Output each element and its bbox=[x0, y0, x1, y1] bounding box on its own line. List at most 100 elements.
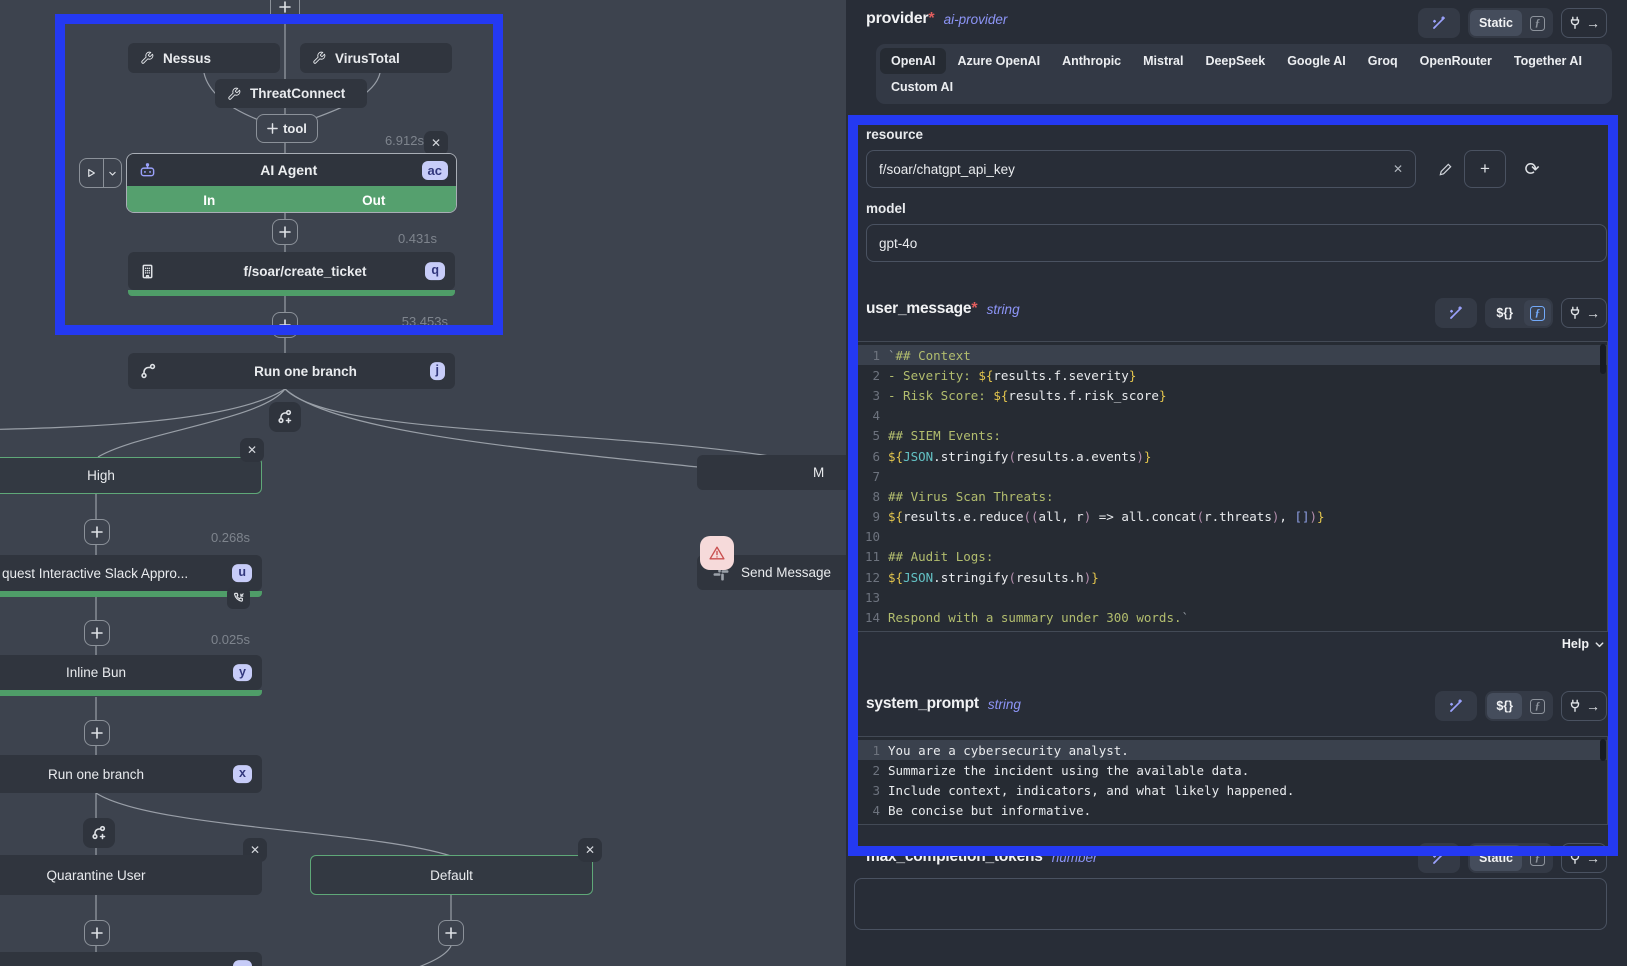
node-label: High bbox=[0, 468, 261, 483]
plug-icon bbox=[1568, 16, 1582, 30]
template-mode-segment[interactable]: ${} bbox=[1487, 693, 1522, 719]
arrow-right-icon: → bbox=[1586, 15, 1600, 31]
node-slack-approval[interactable]: quest Interactive Slack Appro... u bbox=[0, 555, 262, 591]
help-toggle[interactable]: Help bbox=[1562, 637, 1605, 651]
close-icon[interactable]: ✕ bbox=[240, 438, 264, 462]
success-bar bbox=[0, 690, 262, 696]
node-label: Inline Bun bbox=[0, 665, 262, 680]
run-node-button-group[interactable] bbox=[79, 158, 122, 188]
model-label: model bbox=[866, 201, 906, 216]
node-nessus[interactable]: Nessus bbox=[128, 43, 280, 73]
resource-input[interactable]: f/soar/chatgpt_api_key ✕ bbox=[866, 150, 1416, 188]
node-branch-default[interactable]: Default bbox=[310, 855, 593, 895]
magic-wand-icon bbox=[1431, 850, 1447, 866]
mode-toggle-system-prompt: ${} ƒ bbox=[1485, 691, 1553, 721]
static-mode-segment[interactable]: Static bbox=[1470, 845, 1522, 871]
node-label: M bbox=[813, 465, 824, 480]
editor-scrollbar[interactable] bbox=[1600, 739, 1606, 761]
node-ai-agent[interactable]: AI Agent ac In Out bbox=[126, 153, 457, 213]
provider-tab-anthropic[interactable]: Anthropic bbox=[1051, 48, 1132, 74]
node-inline-bun[interactable]: Inline Bun y bbox=[0, 655, 262, 690]
add-step-connector[interactable] bbox=[84, 620, 110, 646]
required-asterisk: * bbox=[928, 10, 934, 28]
provider-tab-google-ai[interactable]: Google AI bbox=[1276, 48, 1357, 74]
node-bottom-clipped[interactable] bbox=[0, 952, 262, 966]
provider-tab-deepseek[interactable]: DeepSeek bbox=[1194, 48, 1276, 74]
function-icon: ƒ bbox=[1530, 16, 1545, 31]
node-run-one-branch-1[interactable]: Run one branch j bbox=[128, 353, 455, 389]
agent-out-handle[interactable]: Out bbox=[292, 186, 457, 213]
expression-editor-segment[interactable]: ƒ bbox=[1524, 10, 1551, 36]
agent-in-handle[interactable]: In bbox=[127, 186, 292, 213]
ai-autofill-button[interactable] bbox=[1418, 8, 1460, 38]
node-virustotal[interactable]: VirusTotal bbox=[300, 43, 452, 73]
node-quarantine-user[interactable]: Quarantine User bbox=[0, 855, 262, 895]
user-message-code-editor[interactable]: 1`## Context2- Severity: ${results.f.sev… bbox=[857, 341, 1608, 632]
provider-tab-openai[interactable]: OpenAI bbox=[880, 48, 946, 74]
add-step-connector[interactable] bbox=[84, 519, 110, 545]
node-create-ticket[interactable]: f/soar/create_ticket q bbox=[128, 252, 455, 290]
ref-badge: x bbox=[233, 765, 252, 783]
node-label: Default bbox=[311, 868, 592, 883]
node-branch-high[interactable]: High bbox=[0, 457, 262, 494]
add-step-connector[interactable] bbox=[272, 312, 298, 338]
provider-tab-together-ai[interactable]: Together AI bbox=[1503, 48, 1593, 74]
add-step-connector[interactable] bbox=[272, 219, 298, 245]
add-branch-button[interactable] bbox=[269, 402, 301, 432]
template-mode-segment[interactable]: ${} bbox=[1487, 300, 1522, 326]
add-step-connector[interactable] bbox=[438, 920, 464, 946]
clear-icon[interactable]: ✕ bbox=[1393, 162, 1403, 176]
model-input[interactable] bbox=[866, 224, 1607, 262]
editor-scrollbar[interactable] bbox=[1600, 344, 1606, 374]
provider-tab-azure-openai[interactable]: Azure OpenAI bbox=[946, 48, 1051, 74]
field-type-label: number bbox=[1052, 850, 1098, 865]
duration-label: 0.431s bbox=[398, 231, 437, 246]
add-step-connector[interactable] bbox=[270, 0, 300, 22]
provider-tabs[interactable]: OpenAIAzure OpenAIAnthropicMistralDeepSe… bbox=[876, 44, 1612, 104]
play-icon[interactable] bbox=[80, 159, 104, 187]
static-mode-segment[interactable]: Static bbox=[1470, 10, 1522, 36]
add-step-connector[interactable] bbox=[84, 920, 110, 946]
provider-tab-openrouter[interactable]: OpenRouter bbox=[1409, 48, 1503, 74]
provider-tab-custom-ai[interactable]: Custom AI bbox=[880, 74, 964, 100]
node-threatconnect[interactable]: ThreatConnect bbox=[215, 79, 367, 108]
connect-actions-group[interactable]: → bbox=[1561, 298, 1607, 328]
close-icon[interactable]: ✕ bbox=[424, 131, 448, 155]
max-tokens-input[interactable] bbox=[854, 878, 1607, 930]
connect-actions-group[interactable]: → bbox=[1561, 8, 1607, 38]
add-step-connector[interactable] bbox=[84, 720, 110, 746]
workflow-canvas[interactable]: Nessus VirusTotal ThreatConnect tool 6.9… bbox=[0, 0, 846, 966]
node-run-one-branch-2[interactable]: Run one branch x bbox=[0, 755, 262, 793]
tool-pill[interactable]: tool bbox=[256, 114, 318, 143]
duration-label: 0.025s bbox=[211, 632, 250, 647]
ai-autofill-button[interactable] bbox=[1418, 843, 1460, 873]
system-prompt-code-editor[interactable]: 1You are a cybersecurity analyst.2Summar… bbox=[857, 736, 1608, 825]
refresh-icon: ⟳ bbox=[1524, 159, 1539, 180]
node-label: Run one branch bbox=[156, 364, 455, 379]
node-label: quest Interactive Slack Appro... bbox=[2, 566, 188, 581]
expression-editor-segment[interactable]: ƒ bbox=[1524, 845, 1551, 871]
ref-badge: q bbox=[425, 262, 445, 280]
add-resource-button[interactable]: + bbox=[1464, 150, 1506, 188]
chevron-down-icon[interactable] bbox=[104, 159, 121, 187]
add-branch-button[interactable] bbox=[83, 818, 115, 848]
arrow-right-icon: → bbox=[1586, 305, 1600, 321]
close-icon[interactable]: ✕ bbox=[578, 838, 602, 862]
provider-tab-mistral[interactable]: Mistral bbox=[1132, 48, 1194, 74]
refresh-resources-button[interactable]: ⟳ bbox=[1514, 150, 1550, 188]
ai-autofill-button[interactable] bbox=[1435, 298, 1477, 328]
node-label: Quarantine User bbox=[0, 868, 262, 883]
field-type-label: string bbox=[988, 697, 1021, 712]
expression-editor-segment[interactable]: ƒ bbox=[1524, 300, 1551, 326]
node-branch-medium[interactable]: M bbox=[697, 455, 846, 490]
edit-resource-button[interactable] bbox=[1428, 150, 1462, 188]
tool-pill-label: tool bbox=[283, 121, 307, 136]
provider-tab-groq[interactable]: Groq bbox=[1357, 48, 1409, 74]
connect-actions-group[interactable]: → bbox=[1561, 691, 1607, 721]
ai-autofill-button[interactable] bbox=[1435, 691, 1477, 721]
phone-incoming-icon[interactable] bbox=[227, 587, 250, 609]
node-label: ThreatConnect bbox=[250, 86, 367, 101]
expression-editor-segment[interactable]: ƒ bbox=[1524, 693, 1551, 719]
plug-icon bbox=[1568, 306, 1582, 320]
connect-actions-group[interactable]: → bbox=[1561, 843, 1607, 873]
